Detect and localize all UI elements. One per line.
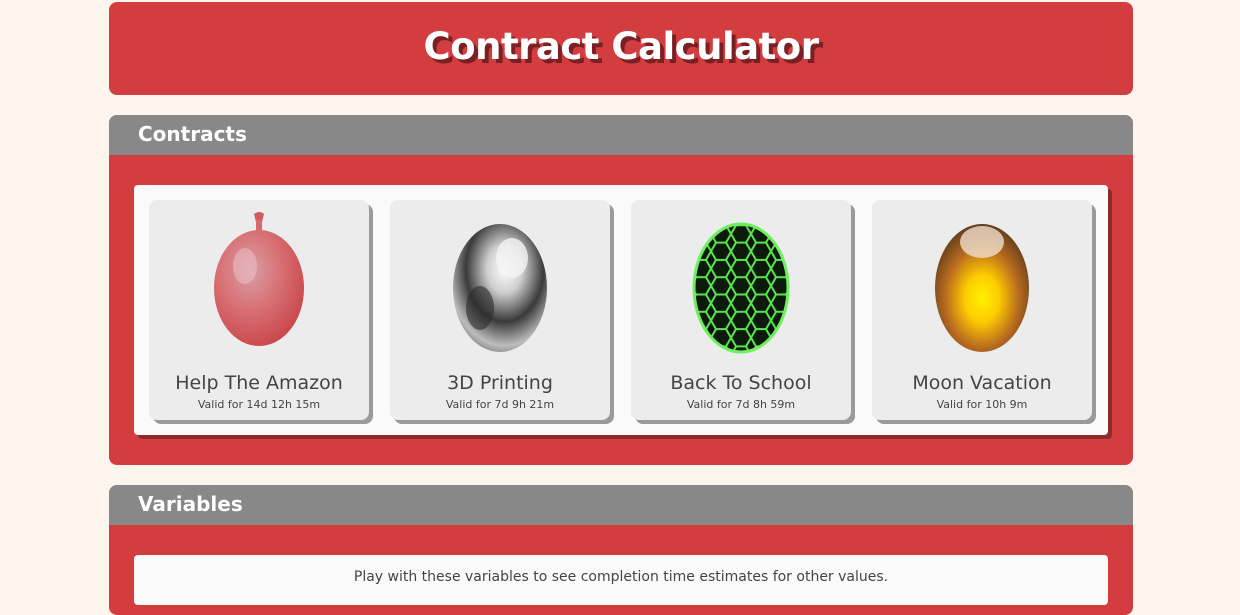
contracts-section: Contracts Help The Amazon Valid for 14d … bbox=[109, 115, 1133, 465]
golden-egg-icon bbox=[935, 224, 1029, 352]
contract-card-help-the-amazon[interactable]: Help The Amazon Valid for 14d 12h 15m bbox=[149, 200, 369, 420]
contract-valid-time: Valid for 14d 12h 15m bbox=[197, 398, 321, 411]
contract-valid-time: Valid for 10h 9m bbox=[936, 398, 1028, 411]
variables-heading: Variables bbox=[109, 485, 1133, 525]
contract-card-moon-vacation[interactable]: Moon Vacation Valid for 10h 9m bbox=[872, 200, 1092, 420]
contract-card-3d-printing[interactable]: 3D Printing Valid for 7d 9h 21m bbox=[390, 200, 610, 420]
variables-hint: Play with these variables to see complet… bbox=[134, 555, 1108, 605]
chrome-egg-icon bbox=[453, 224, 547, 352]
contract-name: Moon Vacation bbox=[912, 372, 1052, 394]
contract-card-back-to-school[interactable]: Back To School Valid for 7d 8h 59m bbox=[631, 200, 851, 420]
contract-name: 3D Printing bbox=[447, 372, 553, 394]
variables-section: Variables Play with these variables to s… bbox=[109, 485, 1133, 615]
contract-valid-time: Valid for 7d 8h 59m bbox=[686, 398, 796, 411]
contract-name: Back To School bbox=[670, 372, 812, 394]
contract-valid-time: Valid for 7d 9h 21m bbox=[445, 398, 555, 411]
page-title: Contract Calculator bbox=[423, 25, 819, 68]
contracts-panel: Help The Amazon Valid for 14d 12h 15m 3D… bbox=[134, 185, 1108, 435]
green-hex-egg-icon bbox=[692, 222, 790, 354]
title-bar: Contract Calculator bbox=[109, 2, 1133, 95]
contract-name: Help The Amazon bbox=[175, 372, 343, 394]
red-balloon-egg-icon bbox=[214, 212, 304, 346]
contracts-heading: Contracts bbox=[109, 115, 1133, 155]
